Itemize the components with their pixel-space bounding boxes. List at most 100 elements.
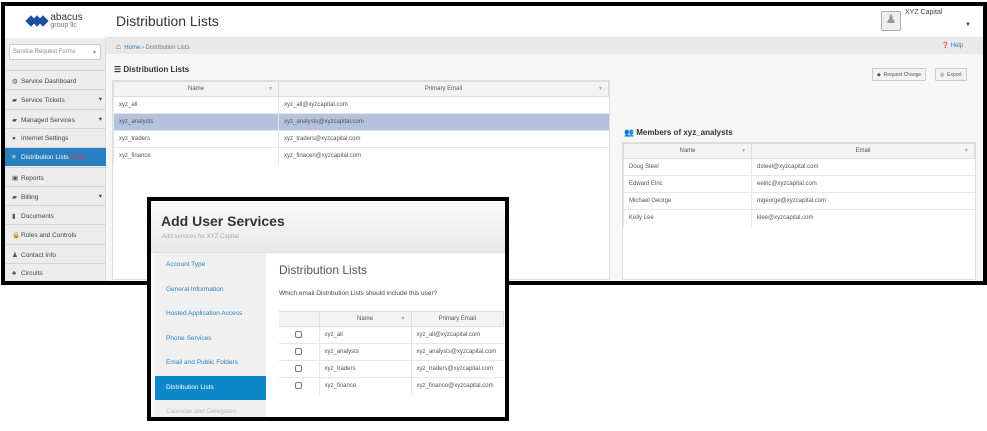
table-row[interactable]: xyz_analysts xyz_analysts@xyzcapital.com [113, 113, 609, 131]
sidebar-item-managed-services[interactable]: ▰ Managed Services ▾ [5, 108, 106, 128]
request-change-button[interactable]: ◆ Request Change [872, 68, 927, 81]
filter-icon[interactable]: ▼ [268, 86, 273, 92]
chevron-down-icon[interactable]: ▼ [965, 22, 971, 28]
cell-email: xyz_finacen@xyzcapital.com [278, 147, 609, 165]
sidebar-item-documents[interactable]: ▮ Documents [5, 205, 106, 224]
tag-icon: ◆ [877, 72, 881, 78]
chevron-down-icon: ▾ [92, 50, 96, 56]
row-checkbox[interactable] [295, 381, 303, 389]
table-row[interactable]: Michael George mgeorge@xyzcapital.com [623, 192, 975, 210]
table-row[interactable]: xyz_traders xyz_traders@xyzcapital.com [113, 130, 609, 148]
book-icon: ▮ [12, 213, 16, 221]
members-section-title: 👥 Members of xyz_analysts [624, 128, 733, 137]
breadcrumb-home[interactable]: Home [124, 45, 140, 51]
globe-icon: ● [12, 134, 16, 142]
page-title: Distribution Lists [116, 13, 219, 29]
table-row[interactable]: xyz_analysts xyz_analysts@xyzcapital.com [279, 343, 504, 361]
wizard-step-hosted-application-access[interactable]: Hosted Application Access [155, 302, 266, 326]
filter-icon[interactable]: ▼ [598, 86, 603, 92]
avatar: ♟ [881, 11, 901, 31]
lists-section-title: ☰ Distribution Lists [114, 65, 189, 74]
logo[interactable]: abacus group llc [5, 6, 106, 38]
table-row[interactable]: xyz_finance xyz_finance@xyzcapital.com [279, 377, 504, 395]
column-header-email[interactable]: Email ▼ [751, 143, 975, 159]
logo-mark-icon [25, 15, 50, 27]
list-icon: ☰ [114, 65, 122, 74]
cell-name: Edward Elric [623, 175, 752, 193]
chevron-down-icon: ▾ [98, 96, 102, 104]
cell-name: Doug Steel [623, 158, 752, 176]
sidebar-item-service-tickets[interactable]: ▰ Service Tickets ▾ [5, 89, 106, 108]
column-header-primary-email[interactable]: Primary Email ▼ [278, 81, 609, 97]
filter-icon[interactable]: ▼ [741, 148, 746, 154]
members-panel: Name ▼ Email ▼ Doug Steel dsteel@xyzcapital… [622, 142, 976, 280]
select-lists-table: Name ▼ Primary Email xyz_all xyz_all@xyzca… [279, 311, 504, 395]
lists-title-text: Distribution Lists [123, 65, 190, 74]
row-checkbox[interactable] [295, 347, 303, 355]
sidebar-item-contact-info[interactable]: ♟ Contact Info [5, 243, 106, 263]
sidebar-item-internet-settings[interactable]: ● Internet Settings [5, 127, 106, 147]
row-checkbox[interactable] [295, 330, 303, 338]
column-header-name[interactable]: Name ▼ [318, 311, 412, 327]
chart-icon: ▣ [12, 174, 19, 182]
help-link[interactable]: ❓ Help [942, 42, 964, 49]
new-badge: (New) [70, 155, 86, 162]
table-row[interactable]: xyz_traders xyz_traders@xyzcapital.com [279, 360, 504, 378]
header-label: Primary Email [438, 316, 476, 322]
wizard-step-email-and-public-folders[interactable]: Email and Public Folders [155, 351, 266, 375]
sidebar-item-label: Service Tickets [21, 97, 65, 105]
header-label: Email [855, 148, 871, 154]
column-header-name[interactable]: Name ▼ [623, 143, 752, 159]
checkbox-cell [279, 360, 319, 378]
wizard-step-calendar-and-delegates[interactable]: Calendar and Delegates [155, 400, 266, 416]
sidebar-item-reports[interactable]: ▣ Reports [5, 166, 106, 186]
wizard-step-phone-services[interactable]: Phone Services [155, 327, 266, 351]
column-header-name[interactable]: Name ▼ [113, 81, 279, 97]
sidebar-item-distribution-lists[interactable]: ≡ Distribution Lists (New) [5, 147, 106, 167]
sidebar-item-label: Circuits [21, 270, 43, 277]
home-icon[interactable]: ⌂ [116, 42, 121, 51]
row-checkbox[interactable] [295, 364, 303, 372]
table-row[interactable]: Kelly Lee klee@xyzcapital.com [623, 209, 975, 227]
cell-email: xyz_all@xyzcapital.com [278, 96, 609, 114]
cell-name: xyz_traders [113, 130, 279, 148]
sidebar-item-label: Managed Services [21, 116, 75, 124]
wizard-step-general-information[interactable]: General Information [155, 278, 266, 302]
sidebar-item-billing[interactable]: ▰ Billing ▾ [5, 185, 106, 205]
users-icon: 👥 [624, 128, 634, 137]
table-row[interactable]: xyz_finance xyz_finacen@xyzcapital.com [113, 147, 609, 165]
wizard-step-account-type[interactable]: Account Type [155, 253, 266, 277]
cell-email: xyz_analysts@xyzcapital.com [278, 113, 609, 131]
sidebar-item-roles-and-controls[interactable]: 🔒Roles and Controls [5, 224, 106, 243]
column-header-primary-email[interactable]: Primary Email [410, 311, 504, 327]
dialog-subtitle: Add services for XYZ Capital [162, 234, 239, 240]
header: Distribution Lists ♟ XYZ Capital ▼ [106, 6, 983, 38]
filter-icon[interactable]: ▼ [964, 148, 969, 154]
service-request-forms-dropdown[interactable]: Service Request Forms ▾ [9, 44, 101, 60]
sidebar-item-label: Reports [21, 174, 44, 182]
header-label: Name [187, 86, 204, 92]
sidebar-item-label: Documents [21, 213, 54, 221]
wizard-step-distribution-lists[interactable]: Distribution Lists [155, 375, 266, 400]
table-row[interactable]: xyz_all xyz_all@xyzcapital.com [113, 96, 609, 114]
user-menu[interactable]: ♟ XYZ Capital ▼ [881, 9, 971, 35]
sidebar-item-label: Distribution Lists [21, 154, 69, 162]
wizard-content: Distribution Lists Which email Distribut… [266, 253, 505, 417]
checkbox-cell [279, 326, 319, 344]
table-row[interactable]: Doug Steel dsteel@xyzcapital.com [623, 158, 975, 176]
header-label: Name [356, 316, 373, 322]
sidebar-item-service-dashboard[interactable]: ◍ Service Dashboard [5, 70, 106, 89]
table-row[interactable]: Edward Elric eelric@xyzcapital.com [623, 175, 975, 193]
section-title: Distribution Lists [279, 263, 368, 277]
cell-email: dsteel@xyzcapital.com [751, 158, 975, 176]
table-row[interactable]: xyz_all xyz_all@xyzcapital.com [279, 326, 504, 344]
list-icon: ≡ [12, 154, 16, 162]
help-icon: ❓ [941, 43, 949, 49]
cell-email: xyz_all@xyzcapital.com [410, 326, 504, 344]
request-change-label: Request Change [883, 72, 922, 78]
filter-icon[interactable]: ▼ [401, 316, 406, 322]
export-button[interactable]: ◎ Export [935, 68, 967, 81]
cell-email: klee@xyzcapital.com [751, 209, 975, 227]
wizard-nav: Account Type General Information Hosted Ap… [155, 253, 266, 417]
sidebar-item-circuits[interactable]: ♣ Circuits [5, 263, 106, 281]
